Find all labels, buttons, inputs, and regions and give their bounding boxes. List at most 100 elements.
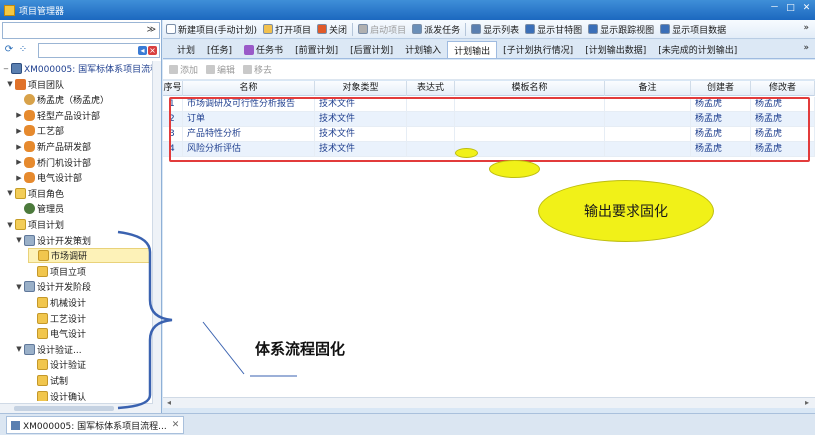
tree-node[interactable]: 设计验证 <box>28 357 86 372</box>
edit-button[interactable]: 编辑 <box>206 63 235 76</box>
detail-tabs: 计划 [任务] 任务书 [前置计划] [后置计划] 计划输入 计划输出 [子计划执行情况] [计… <box>163 40 815 59</box>
tree-node[interactable]: ▼ 项目计划 <box>6 217 64 232</box>
tab-label: [前置计划] <box>295 46 339 56</box>
expand-toggle-icon[interactable]: ▶ <box>15 111 23 119</box>
tab-0[interactable]: 计划 <box>171 41 201 58</box>
remove-button[interactable]: 移去 <box>243 63 272 76</box>
toolbar-button-0[interactable]: 新建项目(手动计划) <box>163 21 260 38</box>
tab-label: 计划输入 <box>405 46 442 56</box>
tree-horizontal-scrollbar[interactable] <box>0 403 153 413</box>
toolbar-overflow-icon[interactable]: » <box>803 23 809 33</box>
tab-7[interactable]: [子计划执行情况] <box>497 41 579 58</box>
toolbar-button-7[interactable]: 显示跟踪视图 <box>585 21 657 38</box>
column-header[interactable]: 模板名称 <box>455 81 605 96</box>
toolbar-button-2[interactable]: 关闭 <box>314 21 350 38</box>
scroll-thumb[interactable] <box>14 406 114 411</box>
project-tree: − XM000005: 国军标体系项目流程... ▼ 项目团队杨孟虎（杨孟虎） ▶ 轻型产… <box>0 61 152 401</box>
expand-toggle-icon[interactable]: ▼ <box>15 283 23 291</box>
expand-toggle-icon[interactable]: ▼ <box>6 80 14 88</box>
column-header[interactable]: 修改者 <box>751 81 815 96</box>
toolbar-button-label: 显示列表 <box>483 25 520 36</box>
column-header[interactable]: 备注 <box>605 81 691 96</box>
tab-3[interactable]: [前置计划] <box>289 41 344 58</box>
add-button[interactable]: 添加 <box>169 63 198 76</box>
refresh-icon[interactable]: ⟳ <box>2 43 16 57</box>
toolbar-button-6[interactable]: 显示甘特图 <box>522 21 585 38</box>
tab-1[interactable]: [任务] <box>201 41 238 58</box>
expand-toggle-icon[interactable]: ▶ <box>15 127 23 135</box>
plan-icon <box>24 234 35 246</box>
expand-toggle-icon[interactable]: − <box>2 65 10 73</box>
tree-node[interactable]: ▼ 设计验证... <box>15 342 82 357</box>
locate-icon[interactable]: ⁘ <box>16 43 30 57</box>
column-header[interactable]: 表达式 <box>407 81 455 96</box>
tree-node[interactable]: 管理员 <box>15 201 64 216</box>
expand-toggle-icon[interactable]: ▼ <box>6 221 14 229</box>
tree-vertical-scrollbar[interactable] <box>152 61 161 413</box>
column-header[interactable]: 对象类型 <box>315 81 407 96</box>
tree-node[interactable]: 设计确认 <box>28 389 86 401</box>
tabs-overflow-icon[interactable]: » <box>803 43 809 53</box>
tree-node[interactable]: ▼ 设计开发策划 <box>15 233 91 248</box>
tree-node[interactable]: 电气设计 <box>28 326 86 341</box>
tab-6[interactable]: 计划输出 <box>447 41 498 58</box>
clear-search-icon[interactable]: × <box>148 45 157 55</box>
toolbar-button-4[interactable]: 派发任务 <box>409 21 463 38</box>
project-selector[interactable]: ≫ <box>2 22 160 39</box>
tab-8[interactable]: [计划输出数据] <box>579 41 652 58</box>
scroll-left-icon[interactable]: ◂ <box>167 398 171 407</box>
department-icon <box>24 156 35 168</box>
tree-node[interactable]: ▶ 新产品研发部 <box>15 139 91 154</box>
expand-toggle-icon[interactable]: ▼ <box>15 345 23 353</box>
tree-node[interactable]: 工艺设计 <box>28 311 86 326</box>
tree-node[interactable]: 项目立项 <box>28 264 86 279</box>
toolbar-button-3[interactable]: 启动项目 <box>355 21 409 38</box>
minimize-button[interactable]: － <box>768 3 781 14</box>
plan-icon <box>24 343 35 355</box>
tree-node[interactable]: 试制 <box>28 373 68 388</box>
tree-node[interactable]: ▶ 桥门机设计部 <box>15 155 91 170</box>
tab-9[interactable]: [未完成的计划输出] <box>652 41 743 58</box>
maximize-button[interactable]: □ <box>784 3 797 14</box>
double-chevron-down-icon[interactable]: ≫ <box>147 25 156 35</box>
tree-node[interactable]: ▶ 轻型产品设计部 <box>15 108 100 123</box>
search-go-icon[interactable]: ◂ <box>138 45 147 55</box>
output-callout: 输出要求固化 <box>538 180 714 242</box>
tree-node[interactable]: ▼ 项目角色 <box>6 186 64 201</box>
column-header[interactable]: 序号 <box>163 81 183 96</box>
plan-icon <box>24 281 35 293</box>
tree-node-label: 电气设计 <box>50 330 87 341</box>
tab-2[interactable]: 任务书 <box>238 41 289 58</box>
close-tab-icon[interactable]: ✕ <box>172 420 180 430</box>
expand-toggle-icon[interactable]: ▼ <box>6 189 14 197</box>
tree-node[interactable]: 杨孟虎（杨孟虎） <box>15 92 109 107</box>
tree-node[interactable]: 市场调研 <box>28 248 150 264</box>
tree-node[interactable]: ▼ 设计开发阶段 <box>15 279 91 294</box>
tab-5[interactable]: 计划输入 <box>399 41 447 58</box>
scroll-right-icon[interactable]: ▸ <box>805 398 809 407</box>
tree-node[interactable]: ▶ 工艺部 <box>15 123 64 138</box>
expand-toggle-icon[interactable]: ▶ <box>15 143 23 151</box>
tree-node-label: 设计验证 <box>50 361 87 372</box>
tree-node[interactable]: ▼ 项目团队 <box>6 77 64 92</box>
main-toolbar: 新建项目(手动计划) 打开项目 关闭 启动项目 派发任务 显示列表 显示甘特图 显示跟踪视图 显… <box>163 20 815 39</box>
document-tab[interactable]: XM000005: 国军标体系项目流程... ✕ <box>6 416 185 434</box>
toolbar-button-1[interactable]: 打开项目 <box>260 21 314 38</box>
grid-horizontal-scrollbar[interactable]: ◂ ▸ <box>163 397 815 408</box>
toolbar-separator <box>352 22 354 36</box>
expand-toggle-icon[interactable]: ▼ <box>15 236 23 244</box>
toolbar-button-8[interactable]: 显示项目数据 <box>657 21 729 38</box>
expand-toggle-icon[interactable]: ▶ <box>15 174 23 182</box>
tree-search-bar: ⟳ ⁘ ◂ × <box>2 41 160 59</box>
toolbar-button-5[interactable]: 显示列表 <box>468 21 522 38</box>
tree-node[interactable]: ▶ 电气设计部 <box>15 170 82 185</box>
close-window-button[interactable]: ✕ <box>800 3 813 14</box>
tree-node[interactable]: 机械设计 <box>28 295 86 310</box>
tree-search-input[interactable]: ◂ × <box>38 42 160 58</box>
column-header[interactable]: 名称 <box>183 81 315 96</box>
expand-toggle-icon[interactable]: ▶ <box>15 158 23 166</box>
tree-node[interactable]: − XM000005: 国军标体系项目流程... <box>2 61 152 76</box>
tree-node-label: 设计开发阶段 <box>37 283 92 294</box>
tab-4[interactable]: [后置计划] <box>344 41 399 58</box>
column-header[interactable]: 创建者 <box>691 81 751 96</box>
